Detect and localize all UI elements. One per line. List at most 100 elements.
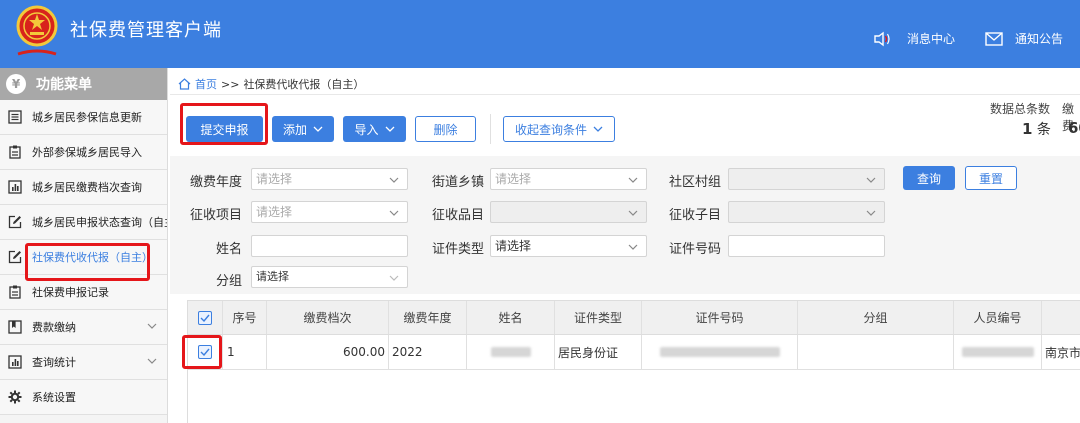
edit-icon [8, 250, 22, 264]
amount-value: 60 [1068, 119, 1080, 137]
query-button[interactable]: 查询 [903, 166, 955, 190]
street-select[interactable]: 请选择 [490, 168, 647, 190]
col-header-extra [1042, 301, 1080, 334]
clipboard-icon [9, 145, 21, 159]
total-count-value: 1 条 [1022, 119, 1051, 139]
collect-item-select[interactable]: 请选择 [251, 201, 408, 223]
col-header-group[interactable]: 分组 [798, 301, 954, 334]
chevron-down-icon [389, 210, 399, 216]
redacted-block [961, 347, 1034, 357]
menu-header: ¥ 功能菜单 [0, 68, 167, 100]
menu-title: 功能菜单 [36, 77, 92, 93]
add-label: 添加 [282, 122, 307, 137]
yen-icon: ¥ [6, 74, 26, 94]
bar-chart-icon [8, 180, 22, 194]
cell-extra: 南京市 [1045, 345, 1080, 360]
table-header: 序号 缴费档次 缴费年度 姓名 证件类型 证件号码 分组 人员编号 [188, 300, 1080, 335]
total-count-unit: 条 [1036, 122, 1051, 138]
year-placeholder: 请选择 [256, 172, 293, 186]
edit-icon [8, 215, 22, 229]
id-number-label: 证件号码 [668, 242, 721, 257]
sidebar-item-statistics[interactable]: 查询统计 [0, 345, 167, 380]
id-type-label: 证件类型 [431, 242, 484, 257]
village-label: 社区村组 [668, 175, 721, 190]
chevron-down-icon [628, 244, 638, 250]
sidebar-item-settings[interactable]: 系统设置 [0, 380, 167, 415]
col-header-grade[interactable]: 缴费档次 [267, 301, 389, 334]
col-header-name[interactable]: 姓名 [467, 301, 555, 334]
check-icon [200, 314, 210, 322]
collect-subitem-label: 征收子目 [668, 208, 721, 223]
year-select[interactable]: 请选择 [251, 168, 408, 190]
cell-name-redacted [467, 335, 555, 369]
home-icon [178, 78, 191, 90]
col-header-id-type[interactable]: 证件类型 [555, 301, 642, 334]
collect-item-placeholder: 请选择 [256, 205, 293, 219]
village-select[interactable] [728, 168, 885, 190]
sidebar-item-resident-info-update[interactable]: 城乡居民参保信息更新 [0, 100, 167, 135]
header-select-all[interactable] [188, 301, 223, 334]
cell-id-type: 居民身份证 [555, 335, 642, 369]
speaker-icon [874, 31, 890, 46]
cell-year: 2022 [389, 335, 467, 369]
chevron-down-icon [389, 177, 399, 183]
app-title: 社保费管理客户端 [70, 20, 222, 41]
redacted-block [490, 347, 531, 357]
sidebar-item-label: 城乡居民申报状态查询（自主 [32, 216, 167, 229]
group-placeholder: 请选择 [256, 270, 289, 283]
add-dropdown-button[interactable]: 添加 [272, 116, 334, 142]
collect-subitem-select[interactable] [728, 201, 885, 223]
breadcrumb-divider [170, 94, 1080, 95]
toolbar-divider [490, 114, 491, 144]
bookmark-icon [8, 320, 22, 334]
sidebar-item-declare-status-query[interactable]: 城乡居民申报状态查询（自主 [0, 205, 167, 240]
sidebar-item-label: 城乡居民缴费档次查询 [32, 181, 142, 194]
cell-no: 1 [223, 335, 267, 369]
sidebar-item-grade-query[interactable]: 城乡居民缴费档次查询 [0, 170, 167, 205]
chevron-down-icon [389, 275, 399, 281]
col-header-id-number[interactable]: 证件号码 [642, 301, 798, 334]
highlight-active-menu [25, 243, 150, 281]
app-header: 社保费管理客户端 消息中心 通知公告 [0, 0, 1080, 68]
redacted-block [659, 347, 780, 357]
sidebar-item-external-import[interactable]: 外部参保城乡居民导入 [0, 135, 167, 170]
import-dropdown-button[interactable]: 导入 [343, 116, 406, 142]
query-label: 查询 [916, 171, 941, 186]
breadcrumb-home-link[interactable]: 首页 [195, 76, 217, 92]
breadcrumb-separator: >> [221, 77, 240, 91]
chevron-down-icon [628, 177, 638, 183]
clipboard-icon [9, 285, 21, 299]
checkbox-checked[interactable] [198, 310, 212, 325]
chevron-down-icon [593, 126, 603, 132]
highlight-submit-button [180, 103, 268, 145]
group-select[interactable]: 请选择 [251, 266, 408, 288]
id-type-select[interactable]: 请选择 [490, 235, 647, 257]
chevron-down-icon [866, 177, 876, 183]
envelope-icon [985, 31, 1003, 46]
breadcrumb: 首页 >> 社保费代收代报（自主） [178, 76, 364, 92]
col-header-no[interactable]: 序号 [223, 301, 267, 334]
chevron-down-icon [147, 323, 157, 329]
total-count-label: 数据总条数 [990, 102, 1051, 116]
table-row[interactable]: 1 600.00 2022 居民身份证 南京市 [188, 335, 1080, 370]
message-center-link[interactable]: 消息中心 [873, 30, 955, 47]
collapse-filters-button[interactable]: 收起查询条件 [503, 116, 615, 142]
cell-group [798, 335, 954, 369]
year-label: 缴费年度 [190, 175, 243, 190]
name-input[interactable] [251, 235, 408, 257]
reset-button[interactable]: 重置 [965, 166, 1017, 190]
notice-link[interactable]: 通知公告 [985, 30, 1063, 47]
list-icon [8, 110, 22, 124]
col-header-year[interactable]: 缴费年度 [389, 301, 467, 334]
total-count-number: 1 [1022, 120, 1033, 138]
delete-button[interactable]: 删除 [415, 116, 476, 142]
street-placeholder: 请选择 [495, 172, 532, 186]
delete-label: 删除 [433, 122, 458, 137]
amount-number: 60 [1068, 119, 1080, 137]
sidebar-item-payment[interactable]: 费款缴纳 [0, 310, 167, 345]
sidebar-item-label: 城乡居民参保信息更新 [32, 111, 142, 124]
id-number-input[interactable] [728, 235, 885, 257]
col-header-person-no[interactable]: 人员编号 [954, 301, 1042, 334]
collect-category-select[interactable] [490, 201, 647, 223]
sidebar-item-label: 系统设置 [32, 391, 76, 404]
